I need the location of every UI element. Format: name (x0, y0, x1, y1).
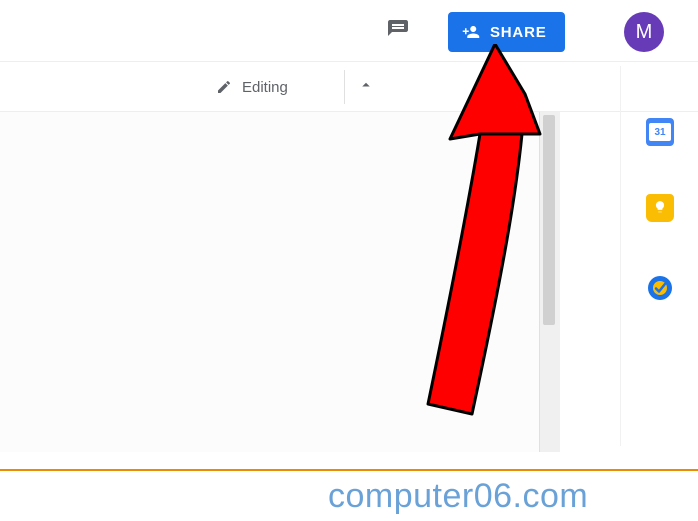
calendar-sidepanel-button[interactable]: 31 (646, 118, 674, 146)
scrollbar-thumb[interactable] (543, 115, 555, 325)
watermark-bar: computer06.com (0, 469, 698, 521)
collapse-toolbar-button[interactable] (344, 70, 386, 104)
editing-mode-label: Editing (242, 79, 288, 96)
chevron-up-icon (357, 76, 375, 99)
pencil-icon (216, 79, 232, 95)
watermark-text: computer06.com (328, 477, 588, 516)
toolbar: Editing (0, 62, 698, 112)
keep-sidepanel-button[interactable] (646, 194, 674, 222)
person-add-icon (462, 23, 480, 41)
calendar-icon: 31 (649, 123, 671, 141)
document-page[interactable] (0, 112, 540, 452)
side-panel-divider (620, 66, 621, 446)
app-viewport: SHARE M Editing 31 (0, 0, 698, 521)
share-button[interactable]: SHARE (448, 12, 565, 52)
vertical-scrollbar[interactable] (540, 112, 558, 452)
header-bar: SHARE M (0, 0, 698, 62)
share-button-label: SHARE (490, 24, 547, 41)
calendar-day-number: 31 (654, 127, 665, 138)
editing-mode-button[interactable]: Editing (204, 70, 300, 104)
tasks-sidepanel-button[interactable] (646, 274, 674, 302)
avatar-initial: M (636, 21, 653, 44)
tasks-icon (647, 275, 673, 301)
comment-icon (386, 18, 410, 47)
keep-lightbulb-icon (653, 200, 667, 217)
account-avatar[interactable]: M (624, 12, 664, 52)
comments-button[interactable] (378, 12, 418, 52)
